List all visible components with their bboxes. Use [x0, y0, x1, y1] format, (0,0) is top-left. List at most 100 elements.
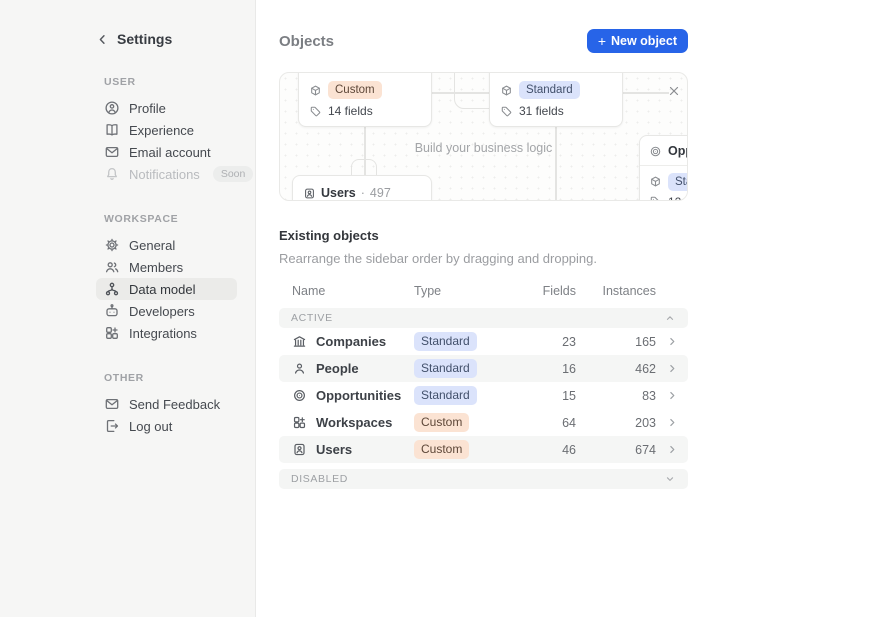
column-header-instances: Instances — [576, 284, 656, 298]
table-row[interactable]: Opportunities Standard 15 83 — [279, 382, 688, 409]
custom-object-card: Custom 14 fields — [298, 72, 432, 127]
sidebar-item-developers[interactable]: Developers — [96, 300, 237, 322]
card-title: Opportunities — [668, 144, 688, 158]
table-row[interactable]: Workspaces Custom 64 203 — [279, 409, 688, 436]
id-badge-icon — [303, 187, 316, 200]
sidebar-section-other: OTHER Send Feedback Log out — [96, 372, 237, 437]
object-name: People — [316, 361, 359, 376]
fields-count: 23 — [526, 335, 576, 349]
sidebar-item-label: General — [129, 238, 175, 253]
opportunities-object-card: Opportunities Standard 12 fields — [639, 135, 688, 201]
target-icon — [649, 145, 662, 158]
sidebar-item-members[interactable]: Members — [96, 256, 237, 278]
banner-caption: Build your business logic — [280, 141, 687, 155]
object-name: Companies — [316, 334, 386, 349]
grid-plus-icon — [104, 325, 120, 341]
robot-icon — [104, 303, 120, 319]
chevron-right-icon[interactable] — [666, 416, 679, 429]
sidebar-item-profile[interactable]: Profile — [96, 97, 237, 119]
sidebar-item-send-feedback[interactable]: Send Feedback — [96, 393, 237, 415]
connector-line — [622, 92, 669, 94]
group-bar-disabled[interactable]: DISABLED — [279, 469, 688, 489]
cube-icon — [500, 84, 513, 97]
group-label: ACTIVE — [291, 312, 333, 324]
sidebar-item-integrations[interactable]: Integrations — [96, 322, 237, 344]
type-badge: Standard — [414, 332, 477, 351]
sitemap-icon — [104, 281, 120, 297]
sidebar-item-experience[interactable]: Experience — [96, 119, 237, 141]
users-object-card: Users · 497 — [292, 175, 432, 201]
new-object-button[interactable]: + New object — [587, 29, 688, 53]
chevron-right-icon[interactable] — [666, 389, 679, 402]
target-icon — [292, 388, 307, 403]
existing-objects-subtitle: Rearrange the sidebar order by dragging … — [279, 251, 688, 266]
sidebar-item-label: Email account — [129, 145, 211, 160]
people-icon — [104, 259, 120, 275]
sidebar-item-data-model[interactable]: Data model — [96, 278, 237, 300]
new-object-label: New object — [611, 34, 677, 48]
type-badge: Custom — [414, 440, 469, 459]
sidebar-item-log-out[interactable]: Log out — [96, 415, 237, 437]
sidebar-item-label: Send Feedback — [129, 397, 220, 412]
book-open-icon — [104, 122, 120, 138]
type-badge: Standard — [414, 359, 477, 378]
sidebar-item-label: Integrations — [129, 326, 197, 341]
group-bar-active[interactable]: ACTIVE — [279, 308, 688, 328]
sidebar-item-notifications: Notifications Soon — [96, 163, 237, 185]
close-icon[interactable] — [667, 84, 681, 98]
objects-table: Name Type Fields Instances ACTIVE Compan… — [279, 284, 688, 489]
connector-line — [555, 127, 557, 201]
logout-icon — [104, 418, 120, 434]
fields-count: 15 — [526, 389, 576, 403]
fields-count: 31 fields — [519, 104, 564, 118]
envelope-icon — [104, 144, 120, 160]
chevron-right-icon[interactable] — [666, 443, 679, 456]
fields-count: 46 — [526, 443, 576, 457]
object-name: Opportunities — [316, 388, 401, 403]
sidebar-item-label: Profile — [129, 101, 166, 116]
chevron-right-icon[interactable] — [666, 362, 679, 375]
object-name: Users — [316, 442, 352, 457]
type-badge: Custom — [414, 413, 469, 432]
sidebar-item-label: Experience — [129, 123, 194, 138]
objects-panel: Objects + New object Build your business… — [255, 0, 870, 617]
fields-count: 14 fields — [328, 104, 373, 118]
chevron-right-icon[interactable] — [666, 335, 679, 348]
instances-count: 462 — [576, 362, 656, 376]
standard-object-card: Standard 31 fields — [489, 72, 623, 127]
settings-sidebar: Settings USER Profile Experience Email a… — [0, 0, 255, 617]
sidebar-item-email-account[interactable]: Email account — [96, 141, 237, 163]
instances-count: 165 — [576, 335, 656, 349]
plus-icon: + — [598, 34, 606, 48]
tag-icon — [309, 105, 322, 118]
chevron-up-icon — [664, 312, 676, 324]
instances-count: 674 — [576, 443, 656, 457]
sidebar-item-general[interactable]: General — [96, 234, 237, 256]
chevron-down-icon — [664, 473, 676, 485]
envelope-icon — [104, 396, 120, 412]
section-label-user: USER — [104, 76, 237, 88]
chevron-left-icon — [96, 33, 109, 46]
fields-count: 12 fields — [668, 195, 688, 201]
table-row[interactable]: Companies Standard 23 165 — [279, 328, 688, 355]
person-icon — [292, 361, 307, 376]
page-title: Objects — [279, 33, 334, 50]
table-header: Name Type Fields Instances — [279, 284, 688, 308]
type-badge: Standard — [668, 173, 688, 191]
table-row[interactable]: Users Custom 46 674 — [279, 436, 688, 463]
settings-back[interactable]: Settings — [96, 30, 237, 48]
tag-icon — [649, 195, 662, 201]
sidebar-item-label: Notifications — [129, 167, 200, 182]
table-row[interactable]: People Standard 16 462 — [279, 355, 688, 382]
column-header-type: Type — [414, 284, 526, 298]
cube-icon — [309, 84, 322, 97]
gear-icon — [104, 237, 120, 253]
tag-icon — [500, 105, 513, 118]
column-header-name: Name — [292, 284, 414, 298]
data-model-banner: Build your business logic Custom 14 fiel… — [279, 72, 688, 201]
card-title: Users — [321, 186, 356, 200]
profile-icon — [104, 100, 120, 116]
sidebar-section-user: USER Profile Experience Email account No… — [96, 76, 237, 185]
sidebar-item-label: Members — [129, 260, 183, 275]
fields-count: 16 — [526, 362, 576, 376]
